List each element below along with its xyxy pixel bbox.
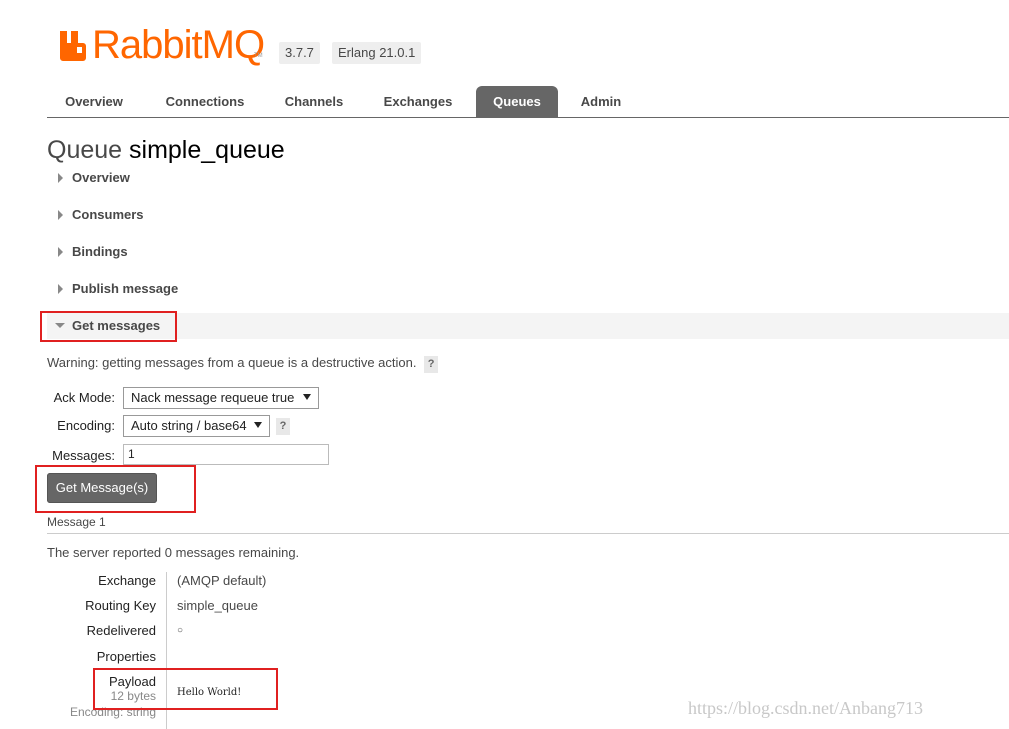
properties-label: Properties bbox=[96, 649, 156, 664]
ack-mode-select[interactable]: Nack message requeue true bbox=[123, 387, 319, 409]
exchange-value: (AMQP default) bbox=[177, 573, 267, 588]
tab-channels[interactable]: Channels bbox=[271, 86, 357, 117]
routing-key-label: Routing Key bbox=[85, 598, 156, 613]
messages-count-input[interactable]: 1 bbox=[123, 444, 329, 465]
highlight-box bbox=[40, 311, 177, 342]
watermark: https://blog.csdn.net/Anbang713 bbox=[688, 698, 923, 718]
page-title-prefix: Queue bbox=[47, 136, 123, 164]
help-icon[interactable]: ? bbox=[276, 418, 290, 435]
section-overview[interactable]: Overview bbox=[47, 165, 1009, 191]
tab-admin[interactable]: Admin bbox=[567, 86, 635, 117]
version-badge: 3.7.7 bbox=[279, 42, 320, 64]
encoding-select[interactable]: Auto string / base64 bbox=[123, 415, 270, 437]
tab-queues[interactable]: Queues bbox=[476, 86, 558, 117]
section-label: Overview bbox=[72, 170, 130, 185]
ack-mode-label: Ack Mode: bbox=[53, 390, 115, 405]
warning-text: Warning: getting messages from a queue i… bbox=[47, 355, 417, 370]
dropdown-caret-icon bbox=[254, 422, 262, 428]
ack-mode-value: Nack message requeue true bbox=[131, 390, 295, 405]
section-label: Bindings bbox=[72, 244, 128, 259]
section-bindings[interactable]: Bindings bbox=[47, 239, 1009, 265]
help-icon[interactable]: ? bbox=[424, 356, 439, 373]
tab-connections[interactable]: Connections bbox=[151, 86, 259, 117]
section-consumers[interactable]: Consumers bbox=[47, 202, 1009, 228]
highlight-box bbox=[93, 668, 278, 710]
erlang-badge: Erlang 21.0.1 bbox=[332, 42, 422, 64]
destructive-warning: Warning: getting messages from a queue i… bbox=[47, 355, 439, 373]
section-label: Publish message bbox=[72, 281, 179, 296]
highlight-box bbox=[35, 465, 196, 513]
queue-name: simple_queue bbox=[129, 136, 285, 164]
encoding-value: Auto string / base64 bbox=[131, 418, 247, 433]
redelivered-value: ○ bbox=[177, 625, 184, 636]
expand-arrow-icon bbox=[58, 173, 63, 183]
dropdown-caret-icon bbox=[303, 394, 311, 400]
messages-remaining: The server reported 0 messages remaining… bbox=[47, 545, 300, 560]
encoding-label: Encoding: bbox=[57, 418, 115, 433]
messages-label: Messages: bbox=[52, 448, 115, 463]
logo-text: RabbitMQ bbox=[92, 23, 265, 67]
rabbit-logo-icon bbox=[60, 31, 86, 61]
tab-overview[interactable]: Overview bbox=[49, 86, 139, 117]
section-label: Consumers bbox=[72, 207, 144, 222]
tab-exchanges[interactable]: Exchanges bbox=[369, 86, 467, 117]
redelivered-label: Redelivered bbox=[86, 623, 156, 638]
page-title: Queue simple_queue bbox=[47, 136, 285, 165]
section-publish-message[interactable]: Publish message bbox=[47, 276, 1009, 302]
message-header: Message 1 bbox=[47, 515, 106, 529]
logo-trademark: TM bbox=[254, 53, 263, 59]
exchange-label: Exchange bbox=[98, 573, 156, 588]
expand-arrow-icon bbox=[58, 247, 63, 257]
main-tabs: Overview Connections Channels Exchanges … bbox=[47, 86, 1009, 118]
routing-key-value: simple_queue bbox=[177, 598, 258, 613]
section-get-messages[interactable]: Get messages bbox=[47, 313, 1009, 339]
expand-arrow-icon bbox=[58, 210, 63, 220]
expand-arrow-icon bbox=[58, 284, 63, 294]
divider bbox=[47, 533, 1009, 534]
